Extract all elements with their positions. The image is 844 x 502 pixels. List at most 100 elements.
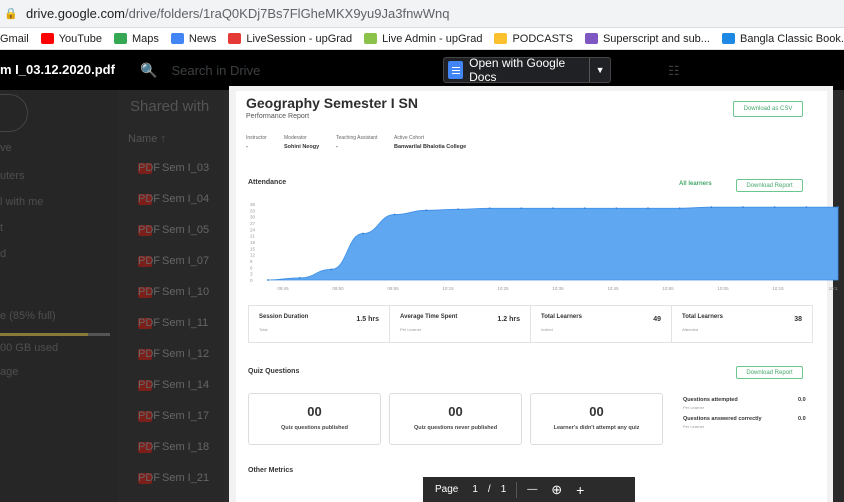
- sidebar-item[interactable]: t: [0, 222, 3, 234]
- sidebar-item[interactable]: ve: [0, 142, 12, 154]
- open-with-google-docs-button[interactable]: Open with Google Docs ▼: [443, 56, 611, 84]
- data-point: [298, 276, 301, 279]
- file-name-label: Sem I_05: [162, 224, 210, 236]
- meta-moderator: Moderator Sohini Neogy: [284, 135, 320, 150]
- bookmarks-bar: Gmail YouTube Maps News LiveSession - upGrad…: [0, 28, 844, 50]
- file-name-label: Sem I_12: [162, 348, 210, 360]
- pdf-file-icon: PDF: [138, 285, 160, 298]
- attendance-chart: 3633302724211815129630 09:45 09:50 09:55 10…: [250, 202, 839, 291]
- pdf-file-icon: PDF: [138, 161, 160, 174]
- bookmark-item[interactable]: Gmail: [0, 33, 29, 45]
- file-row[interactable]: PDF Sem I_10: [138, 285, 218, 299]
- address-bar[interactable]: 🔒 drive.google.com/drive/folders/1raQ0KD…: [0, 0, 844, 28]
- storage-bar: [0, 333, 110, 336]
- name-column-header[interactable]: Name ↑: [128, 133, 166, 145]
- questions-attempted-label: Questions attempted Per Learner: [683, 397, 738, 410]
- new-button[interactable]: [0, 94, 28, 132]
- bookmark-item[interactable]: Maps: [113, 33, 159, 45]
- x-tick-label: 09:50: [332, 286, 344, 291]
- sidebar-item-shared-with-me[interactable]: l with me: [0, 196, 43, 208]
- file-row[interactable]: PDF Sem I_12: [138, 347, 218, 361]
- page-label: Page: [435, 484, 459, 495]
- zoom-out-icon[interactable]: —: [527, 484, 537, 495]
- file-row[interactable]: PDF Sem I_21: [138, 471, 218, 485]
- sidebar-item[interactable]: uters: [0, 170, 24, 182]
- open-with-label: Open with Google Docs: [469, 56, 566, 84]
- file-row[interactable]: PDF Sem I_14: [138, 378, 218, 392]
- download-csv-button[interactable]: Download as CSV: [733, 101, 803, 117]
- x-tick-label: 10:1: [829, 286, 838, 291]
- download-quiz-report-button[interactable]: Download Report: [736, 366, 803, 379]
- sidebar-item[interactable]: d: [0, 248, 6, 260]
- bookmark-icon: [721, 33, 735, 44]
- other-metrics-title: Other Metrics: [248, 467, 294, 474]
- url-path: /drive/folders/1raQ0KDj7Bs7FlGheMKX9yu9J…: [125, 6, 450, 21]
- data-point: [678, 207, 681, 210]
- page-separator: /: [487, 484, 491, 495]
- attendance-stats: Session Duration Total 1.5 hrs Average Tim…: [248, 305, 813, 343]
- y-tick-label: 24: [250, 227, 256, 232]
- download-attendance-report-button[interactable]: Download Report: [736, 179, 803, 192]
- file-name-label: Sem I_18: [162, 441, 210, 453]
- y-tick-label: 21: [250, 234, 256, 239]
- quiz-box-not-attempted: 00 Learner's didn't attempt any quiz: [530, 393, 663, 445]
- magnifier-icon[interactable]: ⊕: [551, 482, 562, 498]
- bookmark-label: News: [188, 32, 217, 45]
- y-tick-label: 9: [250, 259, 253, 264]
- file-row[interactable]: PDF Sem I_11: [138, 316, 218, 330]
- data-point: [457, 208, 459, 211]
- meta-instructor: Instructor -: [246, 135, 267, 150]
- file-row[interactable]: PDF Sem I_05: [138, 223, 218, 237]
- file-row[interactable]: PDF Sem I_17: [138, 409, 218, 423]
- x-tick-label: 10:35: [552, 286, 564, 291]
- url-host: drive.google.com: [26, 6, 125, 21]
- bookmark-item[interactable]: Live Admin - upGrad: [364, 33, 482, 45]
- bookmark-icon: [40, 33, 54, 44]
- pdf-file-icon: PDF: [138, 316, 160, 329]
- chevron-down-icon[interactable]: ▼: [589, 58, 610, 82]
- file-row[interactable]: PDF Sem I_18: [138, 440, 218, 454]
- bookmark-label: Live Admin - upGrad: [382, 32, 483, 45]
- drive-search[interactable]: 🔍 Search in Drive: [140, 62, 260, 79]
- questions-attempted-value: 0.0: [798, 397, 806, 403]
- search-icon[interactable]: 🔍: [140, 62, 157, 79]
- file-row[interactable]: PDF Sem I_07: [138, 254, 218, 268]
- bookmark-icon: [170, 33, 184, 44]
- bookmark-label: Superscript and sub...: [602, 32, 710, 45]
- file-name: m I_03.12.2020.pdf: [0, 62, 115, 77]
- y-tick-label: 15: [250, 246, 256, 251]
- data-point: [362, 232, 364, 235]
- file-name-label: Sem I_14: [162, 379, 210, 391]
- bookmark-item[interactable]: News: [170, 32, 217, 45]
- pdf-file-icon: PDF: [138, 471, 160, 484]
- buy-storage-link[interactable]: age: [0, 366, 18, 378]
- pdf-file-icon: PDF: [138, 347, 160, 360]
- report-title: Geography Semester I SN: [246, 95, 418, 111]
- bookmark-item[interactable]: Bangla Classic Book...: [721, 33, 844, 45]
- bookmark-icon: [494, 33, 508, 44]
- questions-correct-label: Questions answered correctly Per Learner: [683, 416, 762, 429]
- file-row[interactable]: PDF Sem I_04: [138, 192, 218, 206]
- x-tick-label: 10:15: [772, 286, 784, 291]
- bookmark-icon: [364, 33, 378, 44]
- bookmark-item[interactable]: LiveSession - upGrad: [228, 33, 352, 45]
- data-point: [837, 206, 839, 209]
- y-tick-label: 18: [250, 240, 256, 245]
- file-row[interactable]: PDF Sem I_03: [138, 161, 218, 175]
- bookmark-item[interactable]: Superscript and sub...: [584, 32, 710, 45]
- bookmark-item[interactable]: PODCASTS: [494, 33, 573, 45]
- data-point: [710, 206, 713, 209]
- storage-used: 00 GB used: [0, 342, 59, 354]
- pdf-file-icon: PDF: [138, 223, 160, 236]
- bookmark-item[interactable]: YouTube: [40, 33, 102, 45]
- all-learners-filter[interactable]: All learners: [679, 181, 712, 187]
- bookmark-label: LiveSession - upGrad: [246, 32, 353, 45]
- data-point: [425, 209, 428, 212]
- zoom-in-icon[interactable]: +: [576, 482, 584, 498]
- report-subtitle: Performance Report: [246, 113, 310, 120]
- current-page[interactable]: 1: [472, 484, 478, 495]
- x-tick-label: 09:55: [387, 286, 399, 291]
- filter-icon[interactable]: ☷: [668, 63, 680, 79]
- data-point: [805, 206, 808, 209]
- google-docs-icon: [448, 61, 464, 79]
